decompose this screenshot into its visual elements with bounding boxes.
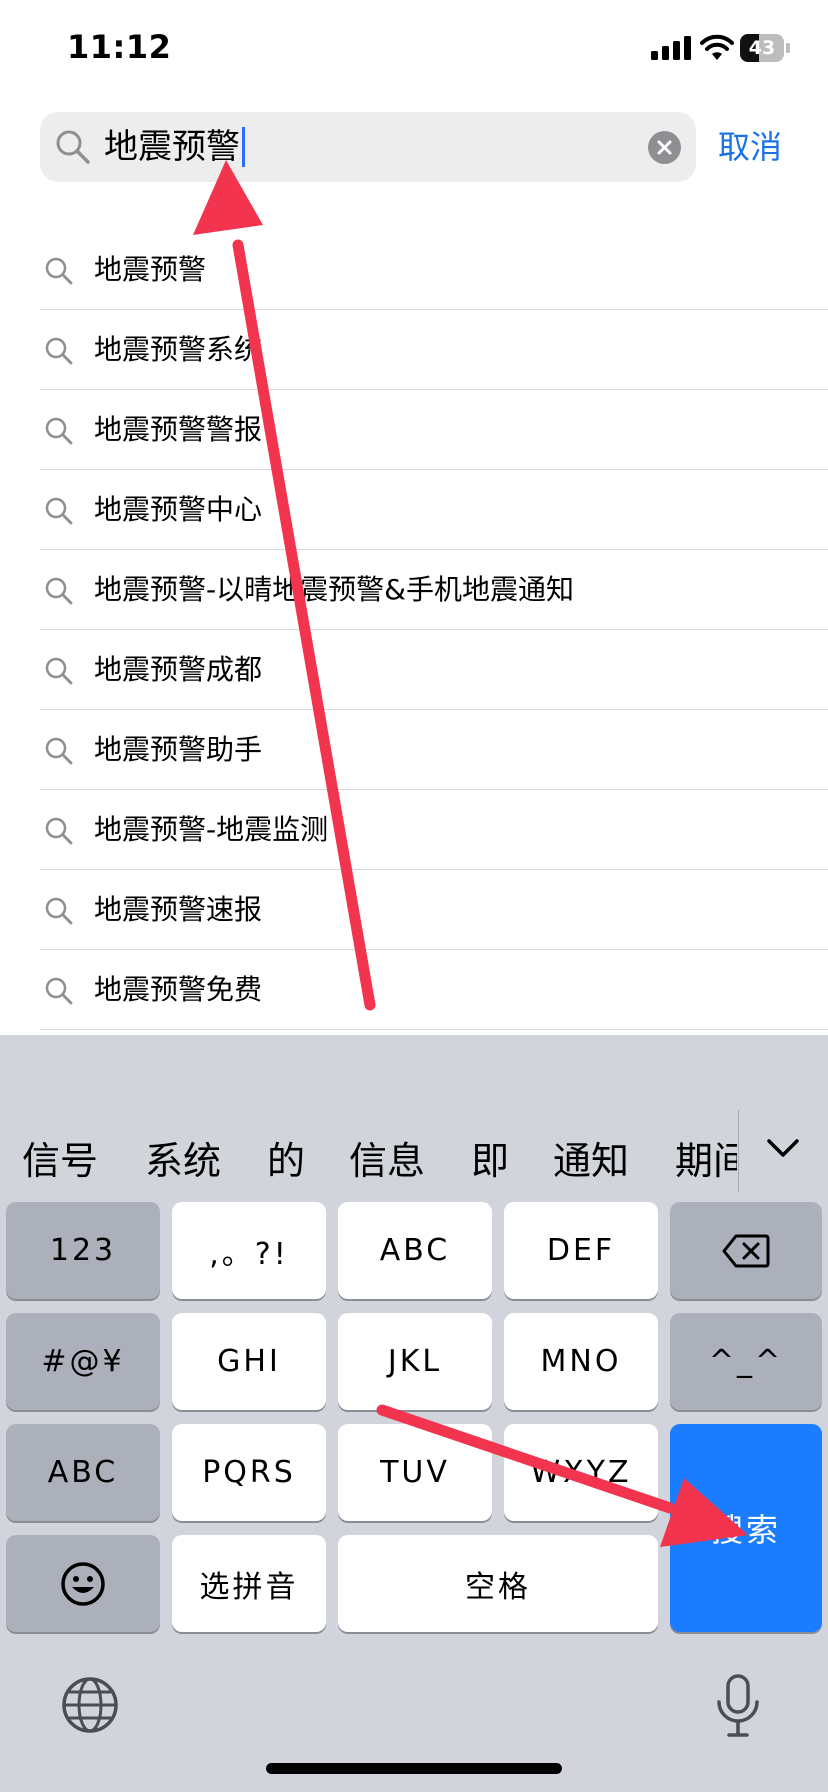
candidate-bar: 信号 系统 的 信息 即 通知 期间 [0,1098,828,1218]
suggestion-text: 地震预警-以晴地震预警&手机地震通知 [94,573,574,606]
keyboard: 信号 系统 的 信息 即 通知 期间 [0,1035,828,1792]
suggestion-item[interactable]: 地震预警-以晴地震预警&手机地震通知 [0,550,828,630]
suggestion-text: 地震预警 [94,253,207,286]
candidate-word[interactable]: 信号 [22,1136,98,1186]
search-icon [45,257,73,285]
wifi-icon [700,34,734,60]
globe-icon[interactable] [60,1675,120,1735]
suggestion-text: 地震预警免费 [94,973,263,1006]
suggestion-item[interactable]: 地震预警中心 [0,470,828,550]
key-mno[interactable]: MNO [504,1313,658,1410]
divider [40,1029,828,1030]
home-indicator [266,1763,562,1774]
clear-icon [657,140,672,155]
backspace-button[interactable] [670,1202,822,1299]
suggestion-text: 地震预警中心 [94,493,263,526]
suggestion-item[interactable]: 地震预警警报 [0,390,828,470]
candidate-word[interactable]: 信息 [349,1136,425,1186]
emoji-button[interactable] [6,1535,160,1632]
search-icon [45,417,73,445]
suggestion-item[interactable]: 地震预警速报 [0,870,828,950]
key-pqrs[interactable]: PQRS [172,1424,326,1521]
suggestion-item[interactable]: 地震预警系统 [0,310,828,390]
key-emoticon[interactable]: ^_^ [670,1313,822,1410]
text-cursor [242,127,245,167]
divider [738,1110,739,1192]
search-icon [45,897,73,925]
search-icon [45,737,73,765]
suggestion-text: 地震预警速报 [94,893,263,926]
search-query[interactable]: 地震预警 [104,122,245,172]
chevron-down-icon[interactable] [763,1133,803,1165]
key-ghi[interactable]: GHI [172,1313,326,1410]
status-bar: 11:12 43 [0,0,828,100]
search-icon [45,497,73,525]
backspace-icon [722,1234,770,1267]
battery-icon: 43 [740,34,790,62]
emoji-icon [61,1561,105,1606]
candidate-word[interactable]: 的 [267,1136,305,1186]
key-123[interactable]: 123 [6,1202,160,1299]
search-input[interactable]: 地震预警 [40,112,696,182]
key-jkl[interactable]: JKL [338,1313,492,1410]
candidate-word[interactable]: 通知 [553,1136,629,1186]
key-tuv[interactable]: TUV [338,1424,492,1521]
key-punctuation[interactable]: ,。?! [172,1202,326,1299]
suggestion-item[interactable]: 地震预警免费 [0,950,828,1030]
suggestion-item[interactable]: 地震预警助手 [0,710,828,790]
suggestion-item[interactable]: 地震预警-地震监测 [0,790,828,870]
candidate-word[interactable]: 即 [471,1136,509,1186]
suggestion-text: 地震预警警报 [94,413,263,446]
key-symbols[interactable]: #@¥ [6,1313,160,1410]
search-icon [45,577,73,605]
keyboard-top-strip [0,1035,828,1098]
suggestion-text: 地震预警成都 [94,653,263,686]
cancel-button[interactable]: 取消 [718,122,782,172]
suggestion-text: 地震预警-地震监测 [94,813,329,846]
clear-button[interactable] [648,131,681,164]
suggestion-item[interactable]: 地震预警成都 [0,630,828,710]
candidate-word[interactable]: 系统 [145,1136,221,1186]
search-icon [45,817,73,845]
search-icon [56,130,90,164]
search-icon [45,657,73,685]
space-key[interactable]: 空格 [338,1535,658,1632]
search-icon [45,977,73,1005]
suggestion-list: 地震预警 地震预警系统 地震预警警报 地震预警中心 地震预警-以晴地震预警&手机… [0,230,828,1030]
key-abc[interactable]: ABC [338,1202,492,1299]
search-query-text: 地震预警 [104,127,240,167]
microphone-icon[interactable] [714,1674,762,1740]
suggestion-text: 地震预警系统 [94,333,263,366]
candidate-word[interactable]: 期间 [675,1136,737,1186]
key-wxyz[interactable]: WXYZ [504,1424,658,1521]
key-select-pinyin[interactable]: 选拼音 [172,1535,326,1632]
suggestion-item[interactable]: 地震预警 [0,230,828,310]
status-time: 11:12 [67,28,172,66]
key-abc-switch[interactable]: ABC [6,1424,160,1521]
suggestion-text: 地震预警助手 [94,733,263,766]
battery-percentage: 43 [748,37,776,59]
search-key[interactable]: 搜索 [670,1424,822,1632]
key-def[interactable]: DEF [504,1202,658,1299]
search-icon [45,337,73,365]
cellular-signal-icon [651,36,691,60]
